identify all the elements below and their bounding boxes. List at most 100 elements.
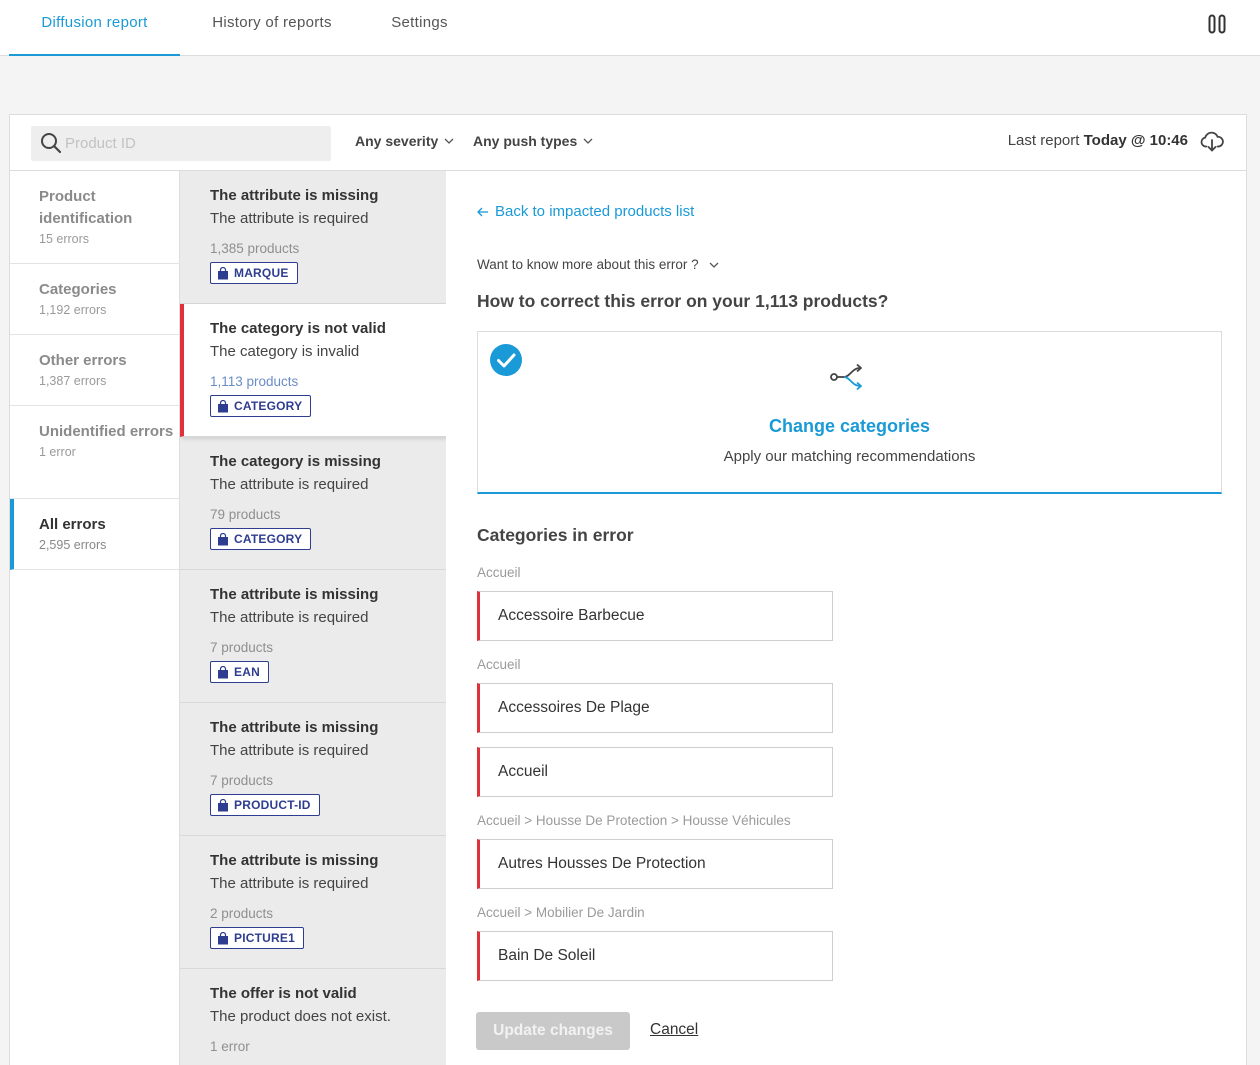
check-circle-icon <box>490 344 522 376</box>
attribute-badge-label: PICTURE1 <box>234 931 295 945</box>
category-name: All errors <box>39 516 106 533</box>
category-name: Unidentified errors <box>39 423 174 440</box>
attribute-badge: CATEGORY <box>210 528 312 550</box>
category-field[interactable]: Autres Housses De Protection <box>477 839 833 889</box>
option-description: Apply our matching recommendations <box>723 448 976 465</box>
attribute-badge-label: CATEGORY <box>234 532 303 546</box>
filter-bar: Any severity Any push types Last report … <box>10 115 1246 171</box>
attribute-badge: MARQUE <box>210 262 298 284</box>
back-to-impacted-products-link[interactable]: Back to impacted products list <box>477 203 694 220</box>
error-product-count: 1 error <box>210 1039 250 1054</box>
category-breadcrumb: Accueil <box>477 565 521 580</box>
more-info-label: Want to know more about this error ? <box>477 257 699 272</box>
cloud-download-icon[interactable] <box>1200 131 1224 153</box>
update-changes-button[interactable]: Update changes <box>476 1012 630 1050</box>
category-name: Other errors <box>39 352 127 369</box>
attribute-badge: EAN <box>210 661 269 683</box>
error-title: The category is missing <box>210 453 381 470</box>
error-title: The attribute is missing <box>210 719 379 736</box>
error-card[interactable]: The attribute is missing The attribute i… <box>180 570 446 703</box>
chevron-down-icon <box>709 262 719 268</box>
error-card[interactable]: The attribute is missing The attribute i… <box>180 703 446 836</box>
error-description: The attribute is required <box>210 742 369 759</box>
error-product-count: 2 products <box>210 906 274 921</box>
attribute-badge: PRODUCT-ID <box>210 794 320 816</box>
error-list: The attribute is missing The attribute i… <box>180 171 446 1065</box>
product-id-search-input[interactable] <box>65 126 325 161</box>
error-title: The attribute is missing <box>210 586 379 603</box>
error-card[interactable]: The category is missing The attribute is… <box>180 437 446 570</box>
category-count: 1,387 errors <box>39 374 107 388</box>
category-all-errors[interactable]: All errors 2,595 errors <box>10 499 180 570</box>
push-types-dropdown[interactable]: Any push types <box>473 133 593 149</box>
category-breadcrumb: Accueil <box>477 657 521 672</box>
category-count: 1,192 errors <box>39 303 107 317</box>
attribute-badge: CATEGORY <box>210 395 312 417</box>
error-product-count: 1,385 products <box>210 241 300 256</box>
report-panel: Any severity Any push types Last report … <box>9 114 1247 1065</box>
shopping-bag-icon <box>218 266 228 279</box>
chevron-down-icon <box>444 138 454 144</box>
shopping-bag-icon <box>218 931 228 944</box>
category-product-identification[interactable]: Product identification 15 errors <box>10 171 180 264</box>
attribute-badge: PICTURE1 <box>210 927 304 949</box>
error-title: The category is not valid <box>210 320 386 337</box>
attribute-badge-label: PRODUCT-ID <box>234 798 311 812</box>
category-other-errors[interactable]: Other errors 1,387 errors <box>10 335 180 406</box>
error-product-count: 1,113 products <box>210 374 299 389</box>
search-box <box>31 126 331 161</box>
category-unidentified-errors[interactable]: Unidentified errors 1 error <box>10 406 180 499</box>
category-field[interactable]: Accueil <box>477 747 833 797</box>
category-field[interactable]: Bain De Soleil <box>477 931 833 981</box>
tab-diffusion-report[interactable]: Diffusion report <box>9 0 180 56</box>
last-report-status: Last report Today @ 10:46 <box>1008 132 1188 149</box>
category-field[interactable]: Accessoire Barbecue <box>477 591 833 641</box>
error-category-nav: Product identification 15 errors Categor… <box>10 171 180 1065</box>
error-title: The attribute is missing <box>210 852 379 869</box>
category-field[interactable]: Accessoires De Plage <box>477 683 833 733</box>
error-detail-pane: Back to impacted products list Want to k… <box>446 171 1246 1065</box>
category-breadcrumb: Accueil > Mobilier De Jardin <box>477 905 645 920</box>
category-name: Product identification <box>39 188 133 227</box>
severity-dropdown-label: Any severity <box>355 133 439 149</box>
category-breadcrumb: Accueil > Housse De Protection > Housse … <box>477 813 791 828</box>
shopping-bag-icon <box>218 798 228 811</box>
categories-in-error-heading: Categories in error <box>477 525 634 545</box>
error-card[interactable]: The offer is not valid The product does … <box>180 969 446 1065</box>
error-card-selected[interactable]: The category is not valid The category i… <box>180 304 446 437</box>
last-report-time: Today @ 10:46 <box>1083 132 1188 149</box>
error-description: The attribute is required <box>210 476 369 493</box>
tab-settings[interactable]: Settings <box>372 0 467 56</box>
shopping-bag-icon <box>218 532 228 545</box>
category-count: 15 errors <box>39 232 90 246</box>
category-count: 2,595 errors <box>39 538 107 552</box>
cancel-button[interactable]: Cancel <box>650 1021 698 1039</box>
attribute-badge-label: CATEGORY <box>234 399 303 413</box>
top-nav: Diffusion report History of reports Sett… <box>0 0 1260 56</box>
error-title: The offer is not valid <box>210 985 357 1002</box>
category-categories[interactable]: Categories 1,192 errors <box>10 264 180 335</box>
shopping-bag-icon <box>218 665 228 678</box>
merge-arrows-icon <box>830 363 862 391</box>
error-description: The attribute is required <box>210 875 369 892</box>
error-description: The category is invalid <box>210 343 360 360</box>
chevron-down-icon <box>583 138 593 144</box>
attribute-badge-label: EAN <box>234 665 260 679</box>
attribute-badge-label: MARQUE <box>234 266 289 280</box>
severity-dropdown[interactable]: Any severity <box>355 133 454 149</box>
shopping-bag-icon <box>218 399 228 412</box>
search-icon <box>41 133 62 154</box>
category-count: 1 error <box>39 445 76 459</box>
error-card[interactable]: The attribute is missing The attribute i… <box>180 836 446 969</box>
pause-icon[interactable] <box>1208 14 1226 34</box>
option-title: Change categories <box>768 416 931 436</box>
arrow-left-icon <box>477 207 488 216</box>
error-description: The product does not exist. <box>210 1008 391 1025</box>
error-description: The attribute is required <box>210 210 369 227</box>
correction-heading: How to correct this error on your 1,113 … <box>477 291 889 311</box>
change-categories-option[interactable]: Change categories Apply our matching rec… <box>477 331 1222 494</box>
error-product-count: 79 products <box>210 507 281 522</box>
more-info-toggle[interactable]: Want to know more about this error ? <box>477 257 719 272</box>
error-card[interactable]: The attribute is missing The attribute i… <box>180 171 446 304</box>
tab-history-of-reports[interactable]: History of reports <box>190 0 354 56</box>
